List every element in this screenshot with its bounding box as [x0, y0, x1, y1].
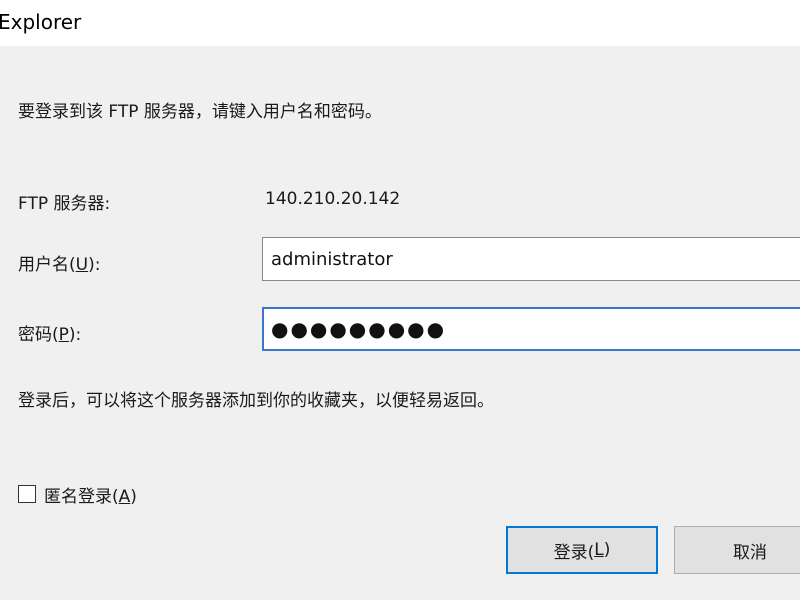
password-label: 密码(P): — [18, 320, 81, 345]
username-label-prefix: 用户名( — [18, 255, 76, 275]
instruction-text: 要登录到该 FTP 服务器，请键入用户名和密码。 — [18, 102, 382, 122]
username-label-suffix: ): — [88, 255, 101, 275]
cancel-button[interactable]: 取消 — [674, 526, 800, 574]
password-label-prefix: 密码( — [18, 325, 59, 345]
title-bar[interactable]: Explorer — [0, 0, 800, 46]
login-label-prefix: 登录( — [553, 542, 595, 563]
anonymous-label-prefix: 匿名登录( — [44, 486, 119, 507]
username-access-key: U — [75, 255, 89, 275]
anonymous-access-key: A — [118, 486, 131, 507]
server-value: 140.210.20.142 — [265, 189, 401, 209]
window-title: Explorer — [0, 10, 82, 34]
after-login-note: 登录后，可以将这个服务器添加到你的收藏夹，以便轻易返回。 — [18, 391, 494, 411]
login-access-key: L — [594, 540, 604, 560]
password-label-suffix: ): — [68, 325, 82, 345]
anonymous-login-checkbox[interactable] — [18, 485, 36, 503]
password-access-key: P — [58, 325, 69, 345]
anonymous-label-suffix: ) — [130, 486, 137, 507]
password-input[interactable] — [262, 307, 800, 351]
username-label: 用户名(U): — [18, 250, 100, 275]
server-label: FTP 服务器: — [18, 194, 111, 214]
username-input[interactable] — [262, 237, 800, 281]
login-label-suffix: ) — [603, 540, 611, 560]
anonymous-login-option[interactable]: 匿名登录(A) — [18, 482, 137, 507]
login-button[interactable]: 登录(L) — [506, 526, 658, 574]
ftp-login-window: Explorer 要登录到该 FTP 服务器，请键入用户名和密码。 FTP 服务… — [0, 0, 800, 600]
anonymous-login-label[interactable]: 匿名登录(A) — [44, 482, 137, 507]
dialog-body: 要登录到该 FTP 服务器，请键入用户名和密码。 FTP 服务器: 140.21… — [0, 46, 800, 600]
